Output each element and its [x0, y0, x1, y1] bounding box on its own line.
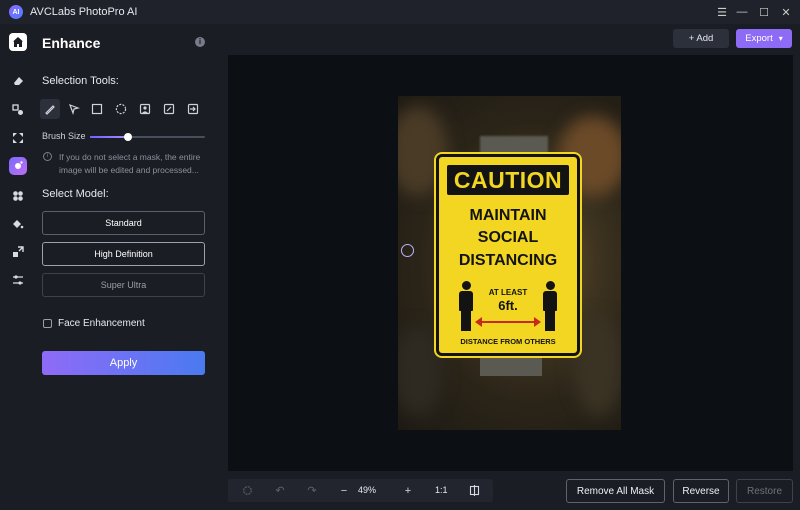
sign-at-least: AT LEAST: [488, 288, 528, 297]
sign-line-3: DISTANCING: [458, 252, 558, 269]
brush-size-fill: [90, 136, 128, 138]
caution-header: CAUTION: [453, 166, 563, 193]
caution-sign: CAUTION MAINTAIN SOCIAL DISTANCING AT LE…: [436, 154, 580, 356]
lasso-tool-icon[interactable]: [64, 99, 84, 119]
top-toolbar: + Add Export ▾: [220, 24, 800, 54]
info-icon[interactable]: i: [195, 37, 205, 47]
replace-icon[interactable]: [10, 102, 25, 117]
app-logo-icon: AI: [9, 5, 23, 19]
model-standard-button[interactable]: Standard: [42, 211, 205, 235]
maximize-button[interactable]: ☐: [753, 0, 775, 24]
photo-preview: CAUTION MAINTAIN SOCIAL DISTANCING AT LE…: [398, 96, 621, 430]
caution-bar: CAUTION: [447, 165, 569, 195]
home-icon[interactable]: [9, 33, 27, 51]
sign-distance: 6ft.: [498, 298, 518, 313]
actual-size-button[interactable]: 1:1: [435, 485, 448, 495]
double-arrow-icon: [475, 317, 541, 327]
mask-note: If you do not select a mask, the entire …: [59, 152, 201, 175]
menu-icon[interactable]: ☰: [711, 0, 733, 24]
title-bar: AI AVCLabs PhotoPro AI ☰ — ☐ ✕: [0, 0, 800, 24]
face-enhancement-label[interactable]: Face Enhancement: [58, 318, 145, 329]
import-mask-icon[interactable]: [183, 99, 203, 119]
chevron-down-icon: ▾: [778, 34, 783, 43]
image-canvas[interactable]: CAUTION MAINTAIN SOCIAL DISTANCING AT LE…: [228, 55, 793, 471]
brush-size-slider[interactable]: [90, 133, 205, 141]
brush-size-label: Brush Size: [42, 131, 86, 141]
reset-view-icon[interactable]: [237, 479, 257, 502]
minimize-button[interactable]: —: [731, 0, 753, 24]
apply-button[interactable]: Apply: [42, 351, 205, 375]
enhance-icon[interactable]: [9, 157, 27, 175]
compare-icon[interactable]: [464, 479, 484, 502]
redo-icon[interactable]: ↷: [302, 479, 322, 502]
add-button[interactable]: + Add: [673, 29, 729, 48]
rectangle-select-icon[interactable]: [87, 99, 107, 119]
zoom-out-icon[interactable]: −: [334, 479, 354, 502]
panel-title: Enhance: [42, 35, 101, 51]
canvas-controls: ↶ ↷ − 49% + 1:1: [228, 479, 493, 502]
export-button[interactable]: Export ▾: [736, 29, 792, 48]
sign-footer: DISTANCE FROM OTHERS: [460, 337, 556, 346]
brush-tool-icon[interactable]: [40, 99, 60, 119]
zoom-in-icon[interactable]: +: [398, 479, 418, 502]
note-info-icon: i: [43, 152, 52, 161]
portrait-select-icon[interactable]: [135, 99, 155, 119]
restore-button[interactable]: Restore: [736, 479, 793, 503]
remove-all-mask-button[interactable]: Remove All Mask: [566, 479, 665, 503]
sign-line-1: MAINTAIN: [469, 207, 547, 224]
export-label: Export: [745, 33, 773, 44]
bokeh-blob: [573, 316, 621, 416]
zoom-level: 49%: [358, 485, 377, 495]
ellipse-select-icon[interactable]: [111, 99, 131, 119]
select-model-label: Select Model:: [42, 188, 109, 200]
app-title: AVCLabs PhotoPro AI: [30, 6, 138, 18]
brush-size-knob[interactable]: [123, 133, 132, 141]
eraser-icon[interactable]: [10, 73, 25, 88]
sign-mount-bottom: [480, 354, 542, 376]
undo-icon[interactable]: ↶: [270, 479, 290, 502]
fan-icon[interactable]: [10, 188, 25, 203]
expand-icon[interactable]: [10, 130, 25, 145]
auto-select-icon[interactable]: [159, 99, 179, 119]
adjust-icon[interactable]: [10, 272, 25, 287]
model-high-definition-button[interactable]: High Definition: [42, 242, 205, 266]
close-button[interactable]: ✕: [775, 0, 797, 24]
brush-cursor: [401, 244, 414, 257]
sign-line-2: SOCIAL: [477, 229, 539, 246]
model-super-ultra-button[interactable]: Super Ultra: [42, 273, 205, 297]
upscale-icon[interactable]: [10, 244, 25, 259]
tool-rail: [0, 24, 34, 510]
face-enhancement-checkbox[interactable]: [43, 319, 52, 328]
enhance-panel: Enhance i Selection Tools: Brush Size i …: [34, 24, 220, 510]
fill-icon[interactable]: [10, 216, 25, 231]
reverse-button[interactable]: Reverse: [673, 479, 729, 503]
selection-tools-label: Selection Tools:: [42, 75, 119, 87]
